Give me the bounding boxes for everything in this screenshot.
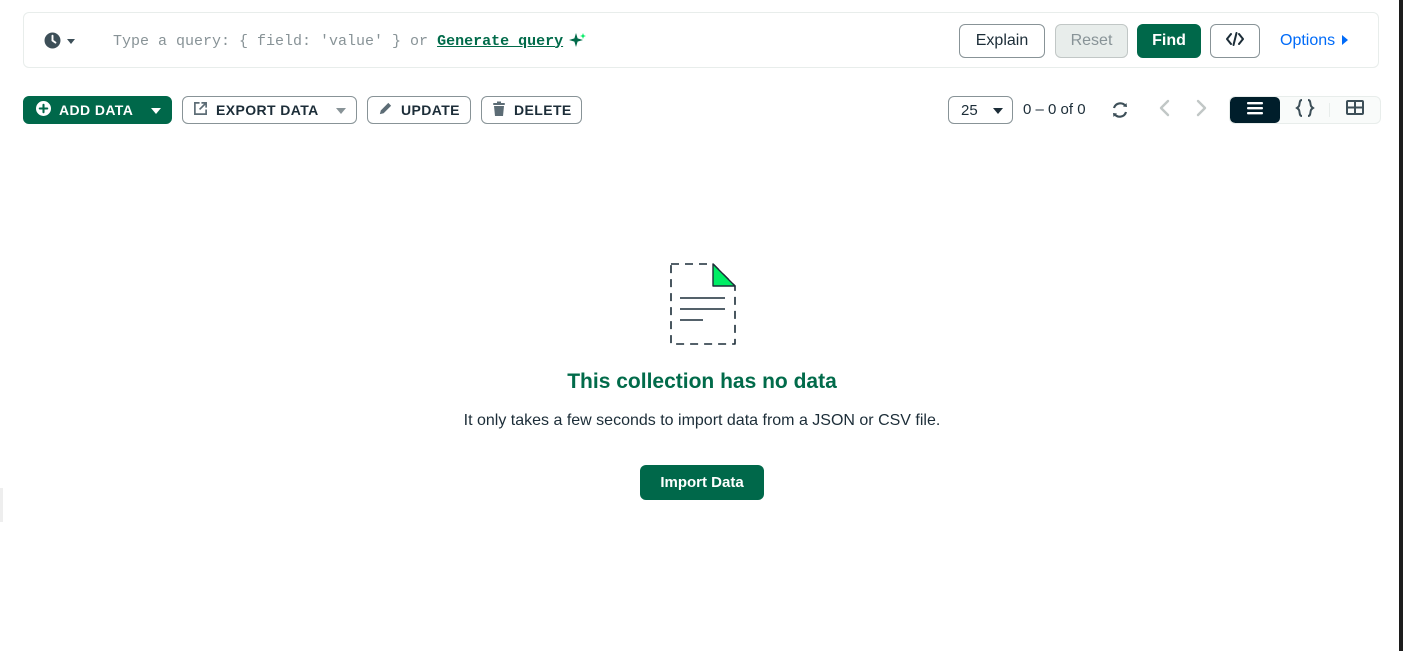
- caret-down-icon: [336, 102, 346, 118]
- left-edge-marker: [0, 488, 3, 522]
- add-data-label: ADD DATA: [59, 102, 134, 118]
- update-label: UPDATE: [401, 102, 460, 118]
- previous-page-button[interactable]: [1158, 98, 1172, 123]
- delete-button[interactable]: DELETE: [481, 96, 582, 124]
- export-data-button[interactable]: EXPORT DATA: [182, 96, 357, 124]
- code-icon: [1226, 31, 1244, 52]
- query-placeholder: Type a query: { field: 'value' } or: [113, 32, 429, 50]
- page-size-select[interactable]: 25: [948, 96, 1013, 124]
- list-view-icon: [1246, 101, 1263, 120]
- empty-state-title: This collection has no data: [567, 370, 837, 393]
- find-button[interactable]: Find: [1137, 24, 1201, 58]
- query-history-button[interactable]: [44, 32, 77, 54]
- reset-button[interactable]: Reset: [1055, 24, 1128, 58]
- empty-document-icon: [402, 262, 1002, 348]
- plus-circle-icon: [36, 101, 51, 119]
- export-icon: [193, 101, 208, 119]
- caret-right-icon: [1341, 32, 1349, 50]
- pagination-range: 0 – 0 of 0: [1023, 101, 1086, 118]
- explain-button[interactable]: Explain: [959, 24, 1045, 58]
- json-view-button[interactable]: [1280, 97, 1330, 123]
- window-edge: [1399, 0, 1403, 651]
- caret-down-icon: [993, 102, 1003, 119]
- history-clock-icon: [44, 32, 61, 54]
- generate-query-link[interactable]: Generate query: [437, 33, 563, 50]
- import-data-button[interactable]: Import Data: [640, 465, 764, 500]
- sparkle-icon: [569, 32, 587, 50]
- list-view-button[interactable]: [1230, 97, 1280, 123]
- chevron-left-icon: [1158, 99, 1172, 122]
- pencil-icon: [378, 101, 393, 119]
- table-view-button[interactable]: [1330, 97, 1380, 123]
- caret-down-icon: [65, 34, 77, 52]
- options-toggle[interactable]: Options: [1280, 32, 1349, 50]
- options-label: Options: [1280, 32, 1336, 49]
- caret-down-icon: [151, 102, 161, 118]
- empty-state-description: It only takes a few seconds to import da…: [463, 412, 941, 429]
- chevron-right-icon: [1194, 99, 1208, 122]
- view-toggle: [1229, 96, 1381, 124]
- delete-label: DELETE: [514, 102, 572, 118]
- refresh-icon: [1110, 102, 1130, 124]
- table-view-icon: [1346, 100, 1365, 120]
- export-data-label: EXPORT DATA: [216, 102, 319, 118]
- add-data-button[interactable]: ADD DATA: [23, 96, 172, 124]
- empty-state: This collection has no data It only take…: [402, 262, 1002, 500]
- page-size-value: 25: [961, 101, 978, 119]
- refresh-button[interactable]: [1110, 100, 1130, 125]
- trash-icon: [492, 101, 506, 120]
- next-page-button[interactable]: [1194, 98, 1208, 123]
- query-bar: Type a query: { field: 'value' } or Gene…: [23, 12, 1379, 68]
- query-input[interactable]: Type a query: { field: 'value' } or Gene…: [113, 32, 587, 50]
- update-button[interactable]: UPDATE: [367, 96, 471, 124]
- json-view-icon: [1294, 98, 1315, 122]
- export-to-language-button[interactable]: [1210, 24, 1260, 58]
